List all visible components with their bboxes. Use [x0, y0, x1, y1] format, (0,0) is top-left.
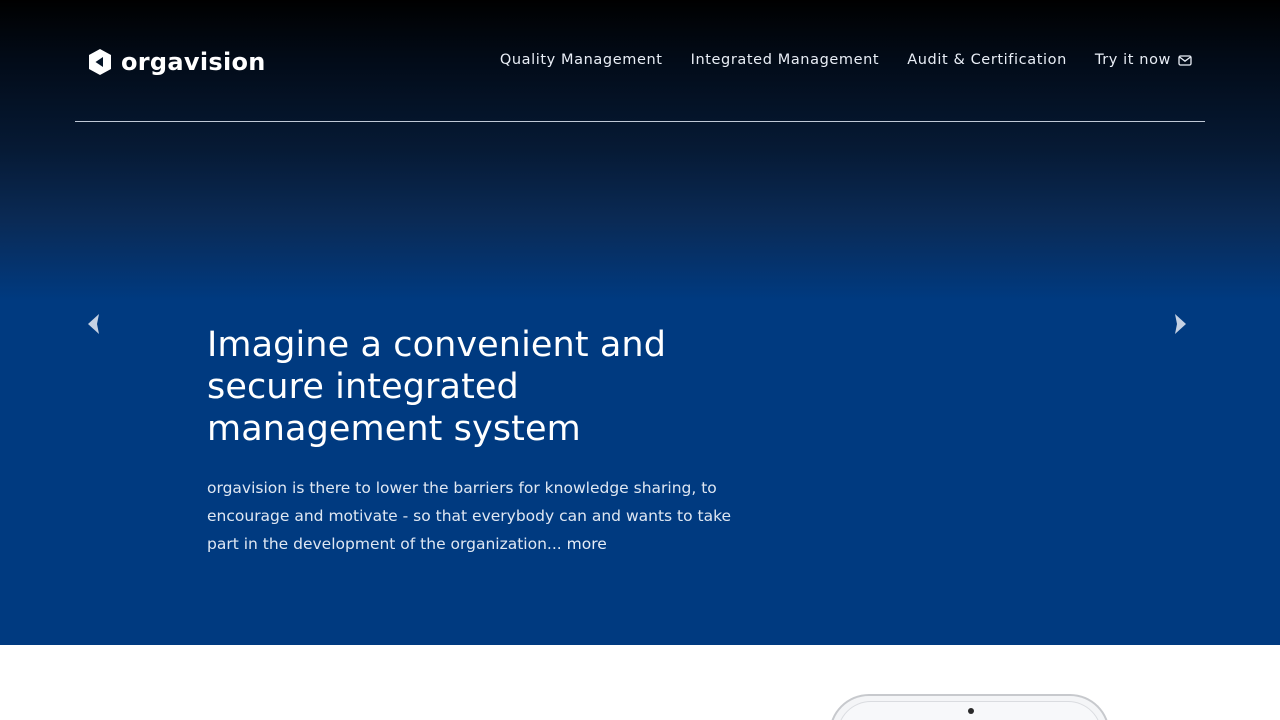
header-divider [75, 121, 1205, 122]
mail-icon [1178, 54, 1192, 66]
brand-logo[interactable]: orgavision [88, 46, 266, 78]
nav-try-it-now[interactable]: Try it now [1095, 50, 1192, 70]
brand-name: orgavision [121, 48, 266, 76]
slide-title: Imagine a convenient and secure integrat… [207, 325, 667, 449]
nav-try-it-now-label: Try it now [1094, 52, 1171, 68]
phone-mockup [829, 694, 1110, 720]
nav-integrated-management[interactable]: Integrated Management [691, 50, 880, 70]
carousel-slide: Imagine a convenient and secure integrat… [207, 324, 752, 558]
slide-description-text: orgavision is there to lower the barrier… [207, 479, 732, 553]
phone-camera [968, 708, 974, 714]
carousel-next-button[interactable] [1169, 310, 1193, 338]
nav-quality-management[interactable]: Quality Management [500, 50, 663, 70]
carousel-prev-button[interactable] [81, 310, 105, 338]
nav-audit-certification[interactable]: Audit & Certification [907, 50, 1067, 70]
slide-more-link[interactable]: more [567, 535, 607, 553]
chevron-right-icon [1175, 314, 1186, 334]
chevron-left-icon [88, 314, 99, 334]
main-nav: Quality Management Integrated Management… [500, 50, 1192, 70]
slide-description: orgavision is there to lower the barrier… [207, 474, 752, 558]
hero-section: orgavision Quality Management Integrated… [0, 0, 1280, 645]
play-shield-icon [89, 49, 111, 75]
